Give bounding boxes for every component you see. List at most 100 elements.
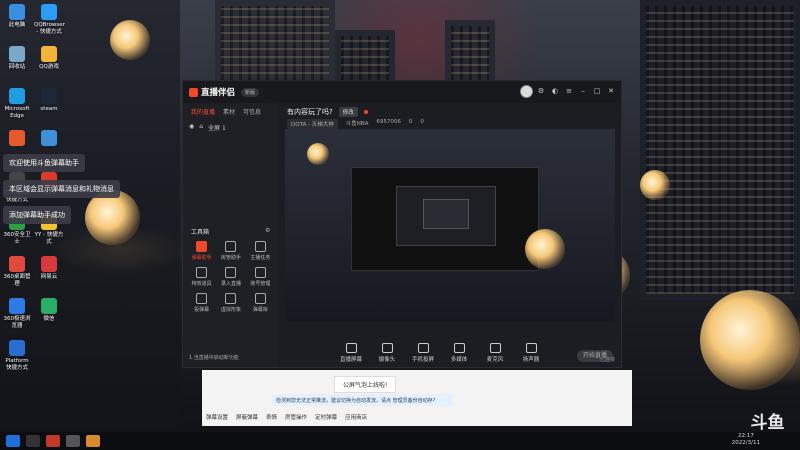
strip-action[interactable]: 应用商店 [345,413,367,421]
desktop-icon[interactable]: Platform 快捷方式 [2,340,32,372]
desktop-icon[interactable]: 回收站 [2,46,32,71]
status-line: 已连接 [599,357,615,363]
message-icon[interactable]: ▢ [523,87,531,95]
tool-item[interactable]: 弹幕库 [246,293,275,313]
tool-item[interactable]: 录入直播 [216,267,245,287]
source-label: 多媒体 [450,357,468,363]
source-icon [417,343,429,353]
strip-action[interactable]: 表情 [266,413,277,421]
eye-icon[interactable]: ◉ [189,123,194,132]
source-label: 扬声器 [522,357,540,363]
strip-action[interactable]: 房管操作 [285,413,307,421]
menu-icon[interactable]: ≡ [565,87,573,95]
notification-added: 添加弹幕助手成功 [3,206,71,224]
app-icon [9,130,25,146]
stream-preview[interactable] [285,129,615,321]
tab-materials[interactable]: 素材 [223,107,235,116]
scene-item[interactable]: ◉ ⌂ 全屏 1 [183,120,277,135]
tools-settings-icon[interactable]: ⚙ [265,227,270,234]
notification-welcome: 欢迎使用斗鱼弹幕助手 [3,154,85,172]
version-badge[interactable]: 新版 [241,87,260,97]
clock-date: 2022/3/11 [731,440,760,446]
desktop-icon[interactable]: 网易云 [34,256,64,281]
room-meta-0: 斗鱼NBA [345,121,369,127]
desktop-icon[interactable] [34,130,64,148]
strip-action[interactable]: 弹幕设置 [206,413,228,421]
desktop-icon-label: Microsoft Edge [4,106,30,119]
tool-icon [254,267,266,278]
tip-banner[interactable]: 检测到您无法正常推流，建议切换为自动发流，请点 管理员备份自动存? [272,394,452,406]
strip-action[interactable]: 屏蔽弹幕 [236,413,258,421]
nested-preview-inner2 [423,199,469,229]
source-icon [489,343,501,353]
tab-my-live[interactable]: 我的直播 [191,107,215,116]
source-label: 直播屏幕 [339,357,362,363]
taskbar-app-icon[interactable] [46,435,60,447]
source-control[interactable]: 扬声器 [519,343,543,363]
app-icon [9,298,25,314]
source-control[interactable]: 直播屏幕 [339,343,363,363]
taskbar-app-icon[interactable] [66,435,80,447]
desktop-icon[interactable]: 360极速浏览器 [2,298,32,330]
clock[interactable]: 22:17 2022/3/11 [732,433,760,447]
taskbar-app-icon[interactable] [26,435,40,447]
source-control[interactable]: 麦克风 [483,343,507,363]
tool-item[interactable]: 弹幕助手 [187,241,216,261]
desktop-icon[interactable]: 此电脑 [2,4,32,29]
desktop-icon[interactable]: 微信 [34,298,64,323]
left-footer-notice[interactable]: 1.当直播中启动新功能 [189,354,239,361]
bubble-pill[interactable]: 公屏气泡上线啦! [334,376,397,393]
skin-icon[interactable]: ◐ [551,87,559,95]
source-control[interactable]: 手机投屏 [411,343,435,363]
tool-item[interactable]: 虚拟形象 [216,293,245,313]
room-category[interactable]: DOTA - 天梯大神 [287,119,338,129]
edit-room-button[interactable]: 修改 [338,107,358,117]
tool-label: 房管助手 [220,255,241,261]
app-icon [9,340,25,356]
app-icon [41,88,57,104]
desktop-icon[interactable]: steam [34,88,64,113]
tool-label: 特效道具 [191,281,212,287]
desktop-icon[interactable]: 360桌面管理 [2,256,32,288]
clock-time: 22:17 [737,433,754,439]
main-panel: 有内容玩了吗? 修改 DOTA - 天梯大神 斗鱼NBA 6957006 0 0… [279,103,621,367]
taskbar-app-icon[interactable] [86,435,100,447]
red-dot-icon [363,110,368,114]
app-icon [9,256,25,272]
room-meta-2: 0 [408,119,413,125]
source-label: 麦克风 [486,357,504,363]
source-control[interactable]: 摄像头 [375,343,399,363]
start-icon[interactable] [6,435,20,447]
lamp-bulb [110,20,150,60]
close-icon[interactable]: ✕ [607,87,615,95]
desktop-icon[interactable]: QQBrowser - 快捷方式 [34,4,65,36]
app-icon [9,88,25,104]
tool-item[interactable]: 特效道具 [187,267,216,287]
source-icon [453,343,465,353]
app-icon [41,4,57,20]
tool-item[interactable]: 账号管理 [246,267,275,287]
desktop-icon[interactable] [2,130,32,148]
tool-icon [225,293,237,304]
minimize-icon[interactable]: – [579,87,587,95]
preview-lamp [307,143,329,165]
scene-label: 全屏 1 [208,125,226,132]
tool-item[interactable]: 主播任务 [246,241,275,261]
tab-info[interactable]: 可信息 [243,107,261,116]
tool-label: 账号管理 [250,281,271,287]
source-control[interactable]: 多媒体 [447,343,471,363]
strip-action[interactable]: 定时弹幕 [315,413,337,421]
app-icon [9,4,25,20]
settings-icon[interactable]: ⚙ [537,87,545,95]
lamp-bulb [85,190,140,245]
desktop-icon[interactable]: Microsoft Edge [2,88,32,120]
tool-icon [196,267,208,278]
lock-icon[interactable]: ⌂ [199,123,203,132]
desktop-icon-label: 网易云 [40,274,58,280]
nested-preview-inner [396,186,496,246]
maximize-icon[interactable]: □ [593,87,601,95]
desktop-icon[interactable]: QQ游戏 [34,46,64,71]
tool-item[interactable]: 投弹幕 [187,293,216,313]
tool-item[interactable]: 房管助手 [216,241,245,261]
room-title: 有内容玩了吗? [287,108,333,116]
